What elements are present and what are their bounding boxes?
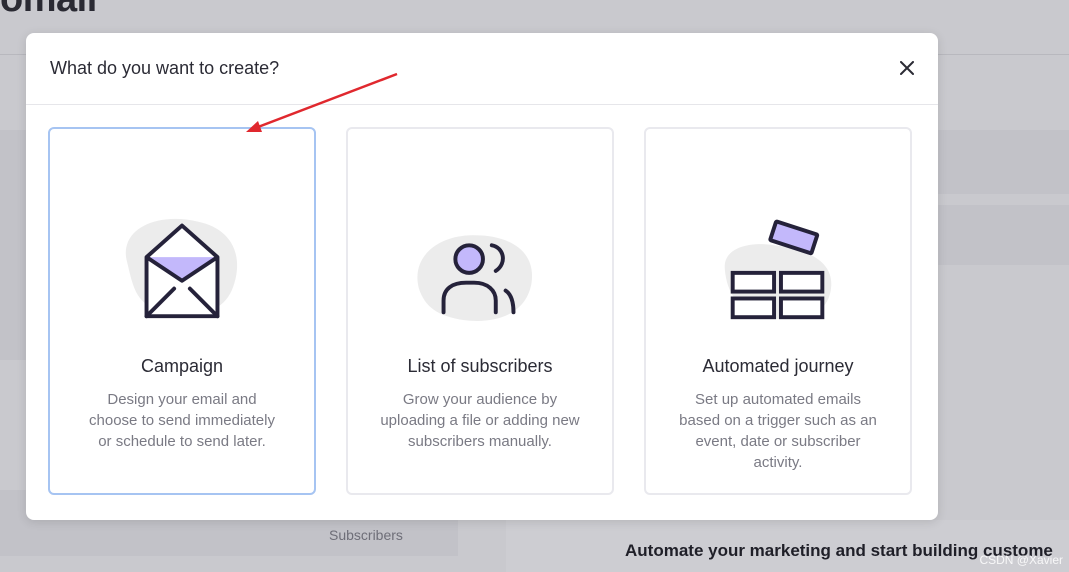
watermark: CSDN @Xavier [979,553,1063,567]
modal-header: What do you want to create? [26,33,938,105]
campaign-card[interactable]: Campaign Design your email and choose to… [48,127,316,495]
close-button[interactable] [896,57,918,79]
envelope-icon [125,218,238,319]
card-description: Grow your audience by uploading a file o… [380,391,580,450]
workflow-blocks-icon [724,219,832,320]
background-panel [938,130,1069,194]
card-title: Campaign [140,356,224,376]
background-panel [938,205,1069,265]
background-page-title: omail [0,0,97,21]
card-description: Set up automated emails based on a trigg… [679,391,877,471]
card-title: List of subscribers [407,356,553,376]
card-title: Automated journey [702,356,854,376]
automated-journey-card[interactable]: Automated journey Set up automated email… [644,127,912,495]
people-icon [417,235,533,321]
list-of-subscribers-card[interactable]: List of subscribers Grow your audience b… [346,127,614,495]
modal-title: What do you want to create? [50,58,280,78]
close-icon [900,61,914,75]
background-subscribers-label: Subscribers [329,527,403,543]
background-panel [0,130,26,360]
card-description: Design your email and choose to send imm… [89,391,275,450]
create-modal: What do you want to create? Campaign Des… [26,33,938,520]
